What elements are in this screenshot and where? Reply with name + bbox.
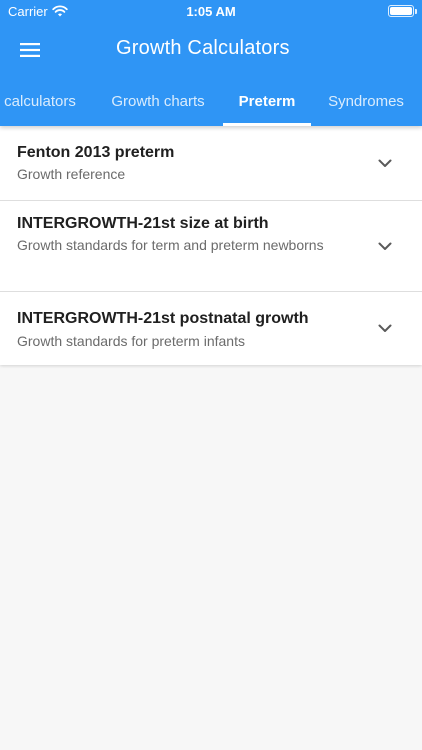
list-item-title: Fenton 2013 preterm: [17, 144, 175, 161]
tab-syndromes[interactable]: Syndromes: [320, 76, 412, 126]
app-root: Carrier 1:05 AM Growth Calculators calcu…: [0, 0, 422, 750]
status-bar: Carrier 1:05 AM: [0, 0, 422, 24]
tab-calculators[interactable]: calculators: [0, 76, 80, 126]
chevron-down-icon[interactable]: [378, 242, 392, 251]
list-item-fenton[interactable]: Fenton 2013 preterm Growth reference: [0, 126, 422, 201]
app-title: Growth Calculators: [116, 37, 290, 59]
hamburger-menu-icon: [20, 43, 40, 57]
app-header: Carrier 1:05 AM Growth Calculators calcu…: [0, 0, 422, 126]
calculator-list: Fenton 2013 preterm Growth reference INT…: [0, 126, 422, 365]
app-bar: Growth Calculators: [0, 24, 422, 76]
chevron-down-icon[interactable]: [378, 159, 392, 168]
tab-bar: calculators Growth charts Preterm Syndro…: [0, 76, 422, 126]
list-item-intergrowth-size-at-birth[interactable]: INTERGROWTH-21st size at birth Growth st…: [0, 201, 422, 292]
chevron-down-icon[interactable]: [378, 324, 392, 333]
menu-button[interactable]: [8, 28, 52, 72]
list-item-intergrowth-postnatal[interactable]: INTERGROWTH-21st postnatal growth Growth…: [0, 292, 422, 365]
list-item-title: INTERGROWTH-21st postnatal growth: [17, 310, 309, 327]
tab-growth-charts[interactable]: Growth charts: [98, 76, 218, 126]
list-item-subtitle: Growth standards for preterm infants: [17, 333, 245, 349]
status-time: 1:05 AM: [186, 4, 236, 19]
tab-preterm[interactable]: Preterm: [223, 76, 311, 126]
list-item-subtitle: Growth reference: [17, 166, 126, 182]
list-item-subtitle: Growth standards for term and preterm ne…: [17, 237, 324, 253]
active-tab-indicator: [223, 123, 311, 126]
battery-icon: [388, 5, 417, 17]
list-item-title: INTERGROWTH-21st size at birth: [17, 215, 269, 232]
battery-level: [390, 7, 412, 15]
